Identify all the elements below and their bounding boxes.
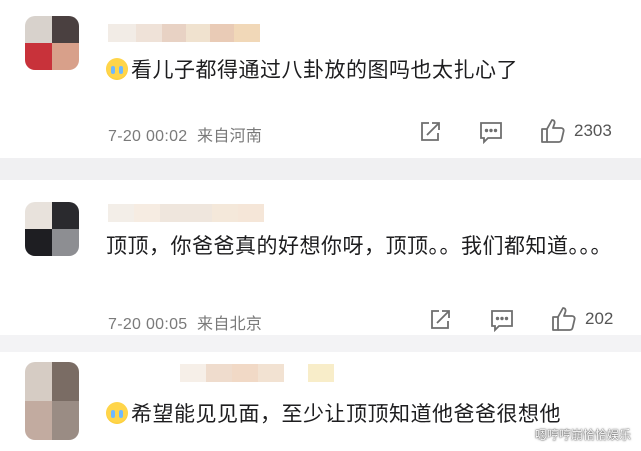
- blur-block: [160, 204, 212, 222]
- comment-location: 来自北京: [197, 316, 263, 333]
- like-count: 2303: [574, 121, 612, 140]
- blur-block: [108, 24, 136, 42]
- comment-body: 顶顶，你爸爸真的好想你呀，顶顶。。我们都知道。。。: [106, 234, 612, 258]
- comment-meta: 7-20 00:02 来自河南: [108, 122, 262, 146]
- blur-block: [308, 364, 334, 382]
- username-blurred[interactable]: [108, 24, 260, 42]
- like-count: 202: [585, 309, 614, 328]
- share-icon: [421, 122, 440, 141]
- watermark: 嗯哼哼崩恰恰娱乐: [534, 428, 631, 442]
- avatar-pixel: [52, 43, 79, 70]
- avatar-pixel: [25, 16, 52, 43]
- avatar-pixel: [25, 202, 52, 229]
- avatar-pixel: [52, 362, 79, 401]
- comment-text: 看儿子都得通过八卦放的图吗也太扎心了: [106, 52, 621, 88]
- blur-block: [162, 24, 186, 42]
- comment-icon: [480, 122, 502, 144]
- avatar-pixel: [52, 16, 79, 43]
- share-button[interactable]: [428, 308, 452, 332]
- avatar-pixel: [25, 229, 52, 256]
- reply-button[interactable]: [479, 121, 503, 144]
- comment-item: 顶顶，你爸爸真的好想你呀，顶顶。。我们都知道。。。 7-20 00:05 来自北…: [0, 180, 641, 335]
- like-button[interactable]: 202: [551, 306, 613, 332]
- blur-block: [136, 24, 162, 42]
- blur-block: [108, 204, 134, 222]
- blur-block: [206, 364, 232, 382]
- avatar-pixel: [25, 362, 52, 401]
- share-icon: [431, 310, 450, 329]
- blur-block: [238, 204, 264, 222]
- reply-button[interactable]: [490, 309, 514, 332]
- like-button[interactable]: 2303: [540, 118, 612, 144]
- comment-time: 7-20 00:02: [108, 128, 188, 145]
- blur-block: [232, 364, 258, 382]
- comment-icon: [491, 310, 513, 332]
- blur-block: [212, 204, 238, 222]
- blur-block: [186, 24, 210, 42]
- comment-time: 7-20 00:05: [108, 316, 188, 333]
- comment-location: 来自河南: [197, 128, 263, 145]
- blur-block: [134, 204, 160, 222]
- avatar-pixel: [52, 401, 79, 440]
- divider: [0, 158, 641, 180]
- avatar-pixel: [25, 401, 52, 440]
- share-button[interactable]: [418, 120, 442, 144]
- blur-block: [234, 24, 260, 42]
- crying-emoji-icon: [106, 402, 128, 424]
- crying-emoji-icon: [106, 58, 128, 80]
- avatar[interactable]: [25, 362, 79, 440]
- comment-meta: 7-20 00:05 来自北京: [108, 310, 262, 334]
- like-icon: [552, 307, 576, 331]
- avatar[interactable]: [25, 16, 79, 70]
- blur-block: [258, 364, 284, 382]
- comment-item: 看儿子都得通过八卦放的图吗也太扎心了 7-20 00:02 来自河南 2303: [0, 0, 641, 158]
- like-icon: [541, 119, 565, 143]
- avatar-pixel: [52, 202, 79, 229]
- divider: [0, 335, 641, 352]
- avatar-pixel: [25, 43, 52, 70]
- avatar[interactable]: [25, 202, 79, 256]
- blur-block: [180, 364, 206, 382]
- comment-body: 看儿子都得通过八卦放的图吗也太扎心了: [131, 58, 518, 82]
- username-blurred[interactable]: [180, 364, 334, 382]
- blur-block: [210, 24, 234, 42]
- comment-feed: 看儿子都得通过八卦放的图吗也太扎心了 7-20 00:02 来自河南 2303: [0, 0, 641, 451]
- username-blurred[interactable]: [108, 204, 264, 222]
- avatar-pixel: [52, 229, 79, 256]
- comment-text: 顶顶，你爸爸真的好想你呀，顶顶。。我们都知道。。。: [106, 228, 621, 264]
- comment-body: 希望能见见面，至少让顶顶知道他爸爸很想他: [131, 402, 561, 426]
